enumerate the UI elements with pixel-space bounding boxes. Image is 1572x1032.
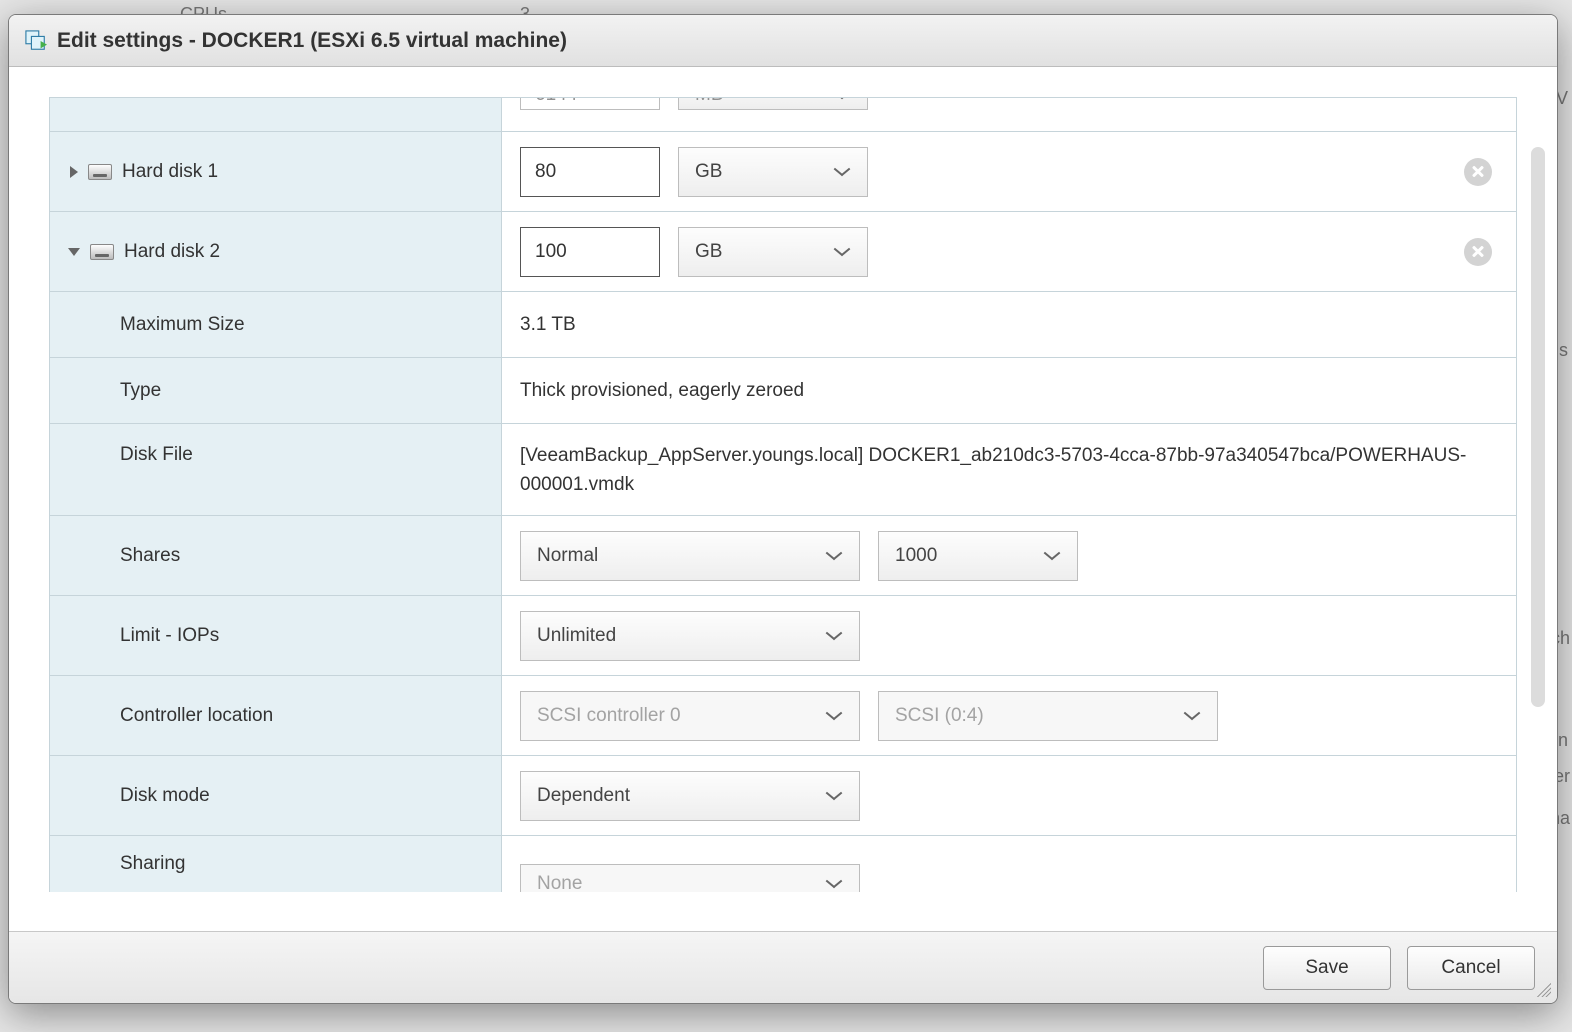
- chevron-down-icon: [1183, 711, 1201, 721]
- disk1-size-input[interactable]: [520, 147, 660, 197]
- sharing-label: Sharing: [50, 836, 502, 892]
- controller-row: Controller location SCSI controller 0 SC…: [50, 676, 1516, 756]
- memory-size-input[interactable]: [520, 98, 660, 110]
- sharing-value: None: [537, 873, 582, 892]
- controller-label: Controller location: [50, 676, 502, 755]
- bg-right-4: n: [1558, 730, 1568, 751]
- memory-row: MB: [50, 98, 1516, 132]
- dialog-body: MB Hard disk 1 GB: [9, 67, 1557, 931]
- chevron-down-icon: [833, 247, 851, 257]
- chevron-down-icon: [1043, 551, 1061, 561]
- iops-row: Limit - IOPs Unlimited: [50, 596, 1516, 676]
- chevron-down-icon: [833, 98, 851, 100]
- disk1-unit-select[interactable]: GB: [678, 147, 868, 197]
- hard-disk-2-label-cell[interactable]: Hard disk 2: [50, 212, 502, 291]
- maxsize-label: Maximum Size: [50, 292, 502, 357]
- maxsize-row: Maximum Size 3.1 TB: [50, 292, 1516, 358]
- memory-unit-value: MB: [695, 98, 724, 106]
- resize-grip[interactable]: [1537, 983, 1551, 997]
- hard-disk-1-label-cell[interactable]: Hard disk 1: [50, 132, 502, 211]
- controller-value: SCSI controller 0: [537, 705, 681, 727]
- controller-slot-value: SCSI (0:4): [895, 705, 984, 727]
- diskfile-label: Disk File: [50, 424, 502, 515]
- shares-level-select[interactable]: Normal: [520, 531, 860, 581]
- dialog-footer: Save Cancel: [9, 931, 1557, 1003]
- chevron-down-icon: [825, 631, 843, 641]
- hard-disk-1-row: Hard disk 1 GB: [50, 132, 1516, 212]
- cancel-button[interactable]: Cancel: [1407, 946, 1535, 990]
- diskmode-label: Disk mode: [50, 756, 502, 835]
- hard-disk-icon: [90, 244, 114, 260]
- chevron-down-icon: [825, 879, 843, 889]
- save-button[interactable]: Save: [1263, 946, 1391, 990]
- controller-select: SCSI controller 0: [520, 691, 860, 741]
- chevron-down-icon: [825, 791, 843, 801]
- sharing-row: Sharing None: [50, 836, 1516, 892]
- memory-unit-select[interactable]: MB: [678, 98, 868, 110]
- disk2-unit-select[interactable]: GB: [678, 227, 868, 277]
- iops-select[interactable]: Unlimited: [520, 611, 860, 661]
- edit-settings-dialog: Edit settings - DOCKER1 (ESXi 6.5 virtua…: [8, 14, 1558, 1004]
- chevron-down-icon: [833, 167, 851, 177]
- dialog-titlebar: Edit settings - DOCKER1 (ESXi 6.5 virtua…: [9, 15, 1557, 67]
- settings-table: MB Hard disk 1 GB: [49, 97, 1517, 892]
- controller-slot-select: SCSI (0:4): [878, 691, 1218, 741]
- scrollbar[interactable]: [1531, 147, 1545, 707]
- sharing-select: None: [520, 864, 860, 892]
- hard-disk-icon: [88, 164, 112, 180]
- hard-disk-2-label: Hard disk 2: [124, 241, 220, 263]
- bg-right-2: s: [1559, 340, 1568, 361]
- shares-value-select[interactable]: 1000: [878, 531, 1078, 581]
- diskfile-row: Disk File [VeeamBackup_AppServer.youngs.…: [50, 424, 1516, 516]
- type-row: Type Thick provisioned, eagerly zeroed: [50, 358, 1516, 424]
- disk2-size-input[interactable]: [520, 227, 660, 277]
- dialog-title: Edit settings - DOCKER1 (ESXi 6.5 virtua…: [57, 29, 567, 53]
- type-value: Thick provisioned, eagerly zeroed: [502, 358, 1516, 423]
- chevron-down-icon: [825, 551, 843, 561]
- diskfile-value: [VeeamBackup_AppServer.youngs.local] DOC…: [502, 424, 1516, 515]
- diskmode-select[interactable]: Dependent: [520, 771, 860, 821]
- memory-label-cell: [50, 98, 502, 131]
- diskmode-value: Dependent: [537, 785, 630, 807]
- type-label: Type: [50, 358, 502, 423]
- chevron-down-icon: [825, 711, 843, 721]
- remove-disk2-button[interactable]: [1464, 238, 1492, 266]
- shares-label: Shares: [50, 516, 502, 595]
- collapse-disk2-icon: [68, 248, 80, 256]
- shares-row: Shares Normal 1000: [50, 516, 1516, 596]
- shares-level-value: Normal: [537, 545, 598, 567]
- shares-value-text: 1000: [895, 545, 937, 567]
- expand-disk1-icon: [70, 166, 78, 178]
- hard-disk-1-label: Hard disk 1: [122, 161, 218, 183]
- disk1-unit-value: GB: [695, 161, 722, 183]
- hard-disk-2-row: Hard disk 2 GB: [50, 212, 1516, 292]
- remove-disk1-button[interactable]: [1464, 158, 1492, 186]
- maxsize-value: 3.1 TB: [502, 292, 1516, 357]
- iops-value: Unlimited: [537, 625, 616, 647]
- iops-label: Limit - IOPs: [50, 596, 502, 675]
- diskmode-row: Disk mode Dependent: [50, 756, 1516, 836]
- vm-icon: [25, 30, 47, 52]
- disk2-unit-value: GB: [695, 241, 722, 263]
